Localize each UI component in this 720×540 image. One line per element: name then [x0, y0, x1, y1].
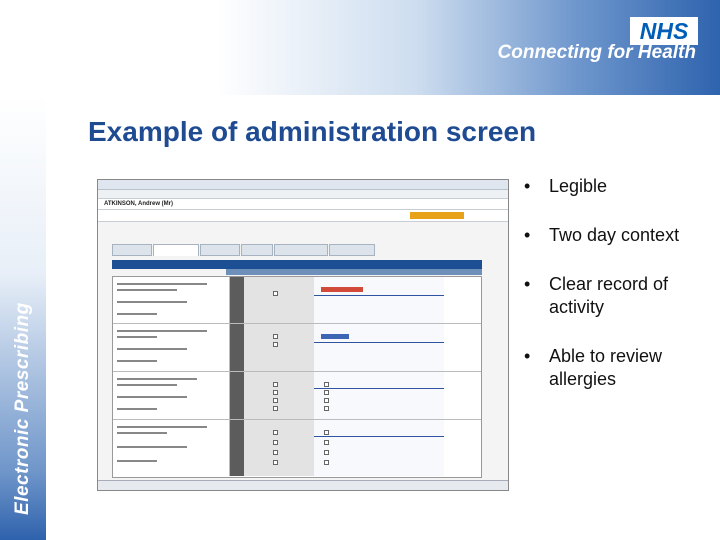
drug-chart-grid	[112, 276, 482, 478]
patient-address-bar	[98, 210, 508, 222]
checkbox	[273, 382, 278, 387]
checkbox	[273, 430, 278, 435]
checkbox	[324, 460, 329, 465]
slide-title: Example of administration screen	[88, 116, 537, 147]
tab-overview	[112, 244, 152, 256]
checkbox	[324, 390, 329, 395]
checkbox	[324, 398, 329, 403]
window-titlebar	[98, 180, 508, 190]
checkbox	[324, 430, 329, 435]
overdue-marker	[321, 287, 363, 292]
checkbox	[273, 390, 278, 395]
status-bar	[98, 480, 508, 490]
bullet-item: Two day context	[522, 224, 712, 247]
chart-toolbar	[112, 260, 482, 269]
patient-banner: ATKINSON, Andrew (Mr)	[98, 199, 508, 210]
checkbox	[273, 342, 278, 347]
checkbox	[324, 382, 329, 387]
checkbox	[324, 406, 329, 411]
checkbox	[273, 406, 278, 411]
tagline: Connecting for Health	[497, 42, 696, 63]
checkbox	[324, 450, 329, 455]
allergy-indicator	[410, 212, 464, 219]
checkbox	[273, 398, 278, 403]
checkbox	[273, 450, 278, 455]
bullet-list: Legible Two day context Clear record of …	[522, 175, 712, 417]
bullet-item: Able to review allergies	[522, 345, 712, 391]
bullet-item: Legible	[522, 175, 712, 198]
drug-row	[113, 372, 481, 420]
drug-row	[113, 324, 481, 372]
tab-history	[241, 244, 273, 256]
drug-row	[113, 420, 481, 476]
checkbox	[273, 460, 278, 465]
checkbox	[273, 440, 278, 445]
nhs-logo: NHS	[630, 17, 698, 45]
drug-row	[113, 277, 481, 324]
bullet-item: Clear record of activity	[522, 273, 712, 319]
side-label: Electronic Prescribing	[12, 302, 33, 515]
tab-correspondence	[274, 244, 328, 256]
checkbox	[273, 334, 278, 339]
administration-screenshot: ATKINSON, Andrew (Mr)	[97, 179, 509, 491]
checkbox	[324, 440, 329, 445]
tab-labs	[200, 244, 240, 256]
due-marker	[321, 334, 349, 339]
tab-interventions	[153, 244, 199, 256]
checkbox	[273, 291, 278, 296]
date-header	[226, 269, 482, 275]
user-info-bar	[98, 190, 508, 199]
tab-demographics	[329, 244, 375, 256]
